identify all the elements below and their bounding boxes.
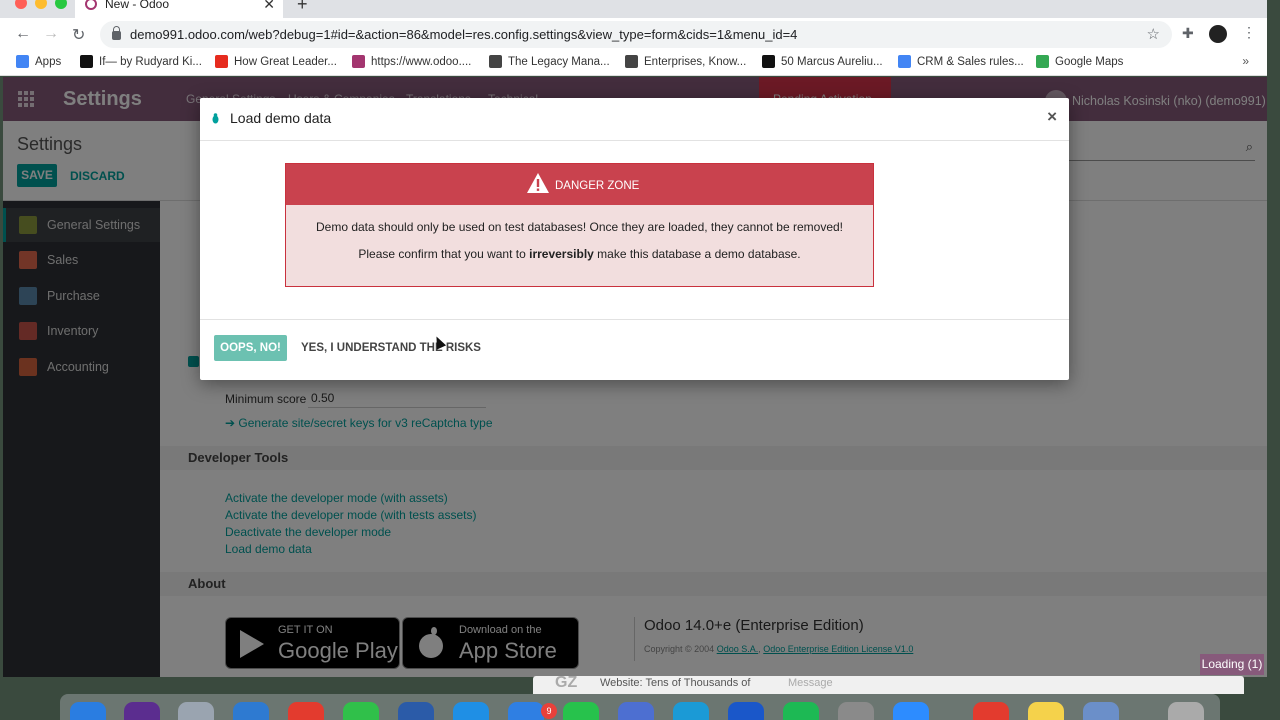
- bookmark-item[interactable]: The Legacy Mana...: [489, 55, 610, 68]
- docs-icon: [898, 55, 911, 68]
- dock-app-icon[interactable]: [783, 702, 819, 720]
- danger-message-2-pre: Please confirm that you want to: [358, 247, 530, 261]
- dock-app-icon[interactable]: [893, 702, 929, 720]
- bookmark-label: 50 Marcus Aureliu...: [781, 55, 883, 68]
- globe-icon: [625, 55, 638, 68]
- danger-message-2: Please confirm that you want to irrevers…: [286, 247, 873, 261]
- new-tab-icon[interactable]: +: [297, 0, 308, 15]
- bookmark-item[interactable]: If— by Rudyard Ki...: [80, 55, 202, 68]
- address-bar[interactable]: demo991.odoo.com/web?debug=1#id=&action=…: [100, 21, 1172, 48]
- bookmark-label: Google Maps: [1055, 55, 1124, 68]
- danger-zone-alert: DANGER ZONE Demo data should only be use…: [285, 163, 874, 287]
- bookmark-item[interactable]: 50 Marcus Aureliu...: [762, 55, 883, 68]
- minimize-window-button[interactable]: [35, 0, 47, 9]
- bookmark-item[interactable]: Apps: [16, 55, 61, 68]
- confirm-risks-button[interactable]: YES, I UNDERSTAND THE RISKS: [301, 342, 481, 354]
- dock-app-icon[interactable]: [70, 702, 106, 720]
- bookmark-label: How Great Leader...: [234, 55, 337, 68]
- maps-pin-icon: [1036, 55, 1049, 68]
- bookmarks-bar: Apps If— by Rudyard Ki... How Great Leader…: [0, 50, 1267, 76]
- ted-icon: [215, 55, 228, 68]
- bookmark-item[interactable]: Google Maps: [1036, 55, 1123, 68]
- url-text: demo991.odoo.com/web?debug=1#id=&action=…: [130, 27, 798, 42]
- apps-grid-icon: [16, 55, 29, 68]
- dock-app-icon[interactable]: [728, 702, 764, 720]
- bookmark-star-icon[interactable]: ☆: [1147, 25, 1160, 43]
- modal-header: Load demo data ×: [200, 98, 1069, 141]
- browser-tab-bar: New - Odoo ✕ +: [0, 0, 1267, 18]
- dock-app-icon[interactable]: [233, 702, 269, 720]
- dock-app-icon[interactable]: [1168, 702, 1204, 720]
- dock-app-icon[interactable]: [453, 702, 489, 720]
- macos-dock: [60, 694, 1220, 720]
- lock-icon: [112, 26, 121, 40]
- globe-icon: [489, 55, 502, 68]
- bug-icon: [212, 113, 219, 124]
- danger-message-2-bold: irreversibly: [529, 247, 594, 261]
- bird-icon: [80, 55, 93, 68]
- danger-zone-title: DANGER ZONE: [555, 180, 640, 192]
- bookmark-item[interactable]: https://www.odoo....: [352, 55, 471, 68]
- bookmark-item[interactable]: CRM & Sales rules...: [898, 55, 1024, 68]
- browser-menu-icon[interactable]: ⋮: [1242, 24, 1256, 41]
- bookmark-label: If— by Rudyard Ki...: [99, 55, 202, 68]
- dock-app-icon[interactable]: [838, 702, 874, 720]
- danger-message-1: Demo data should only be used on test da…: [315, 220, 843, 234]
- dock-app-icon[interactable]: [124, 702, 160, 720]
- bookmark-item[interactable]: Enterprises, Know...: [625, 55, 746, 68]
- browser-tab[interactable]: New - Odoo ✕: [75, 0, 283, 18]
- chat-preview: Website: Tens of Thousands of: [600, 677, 751, 689]
- cancel-button[interactable]: OOPS, NO!: [214, 335, 287, 361]
- chat-avatar: GZ: [555, 674, 578, 691]
- danger-zone-header: DANGER ZONE: [286, 164, 873, 205]
- page-icon: [762, 55, 775, 68]
- loading-indicator: Loading (1): [1200, 654, 1264, 675]
- tab-close-icon[interactable]: ✕: [263, 0, 275, 13]
- dock-app-icon[interactable]: [398, 702, 434, 720]
- danger-message-2-post: make this database a demo database.: [593, 247, 801, 261]
- odoo-icon: [352, 55, 365, 68]
- dock-app-icon[interactable]: [343, 702, 379, 720]
- bookmark-label: https://www.odoo....: [371, 55, 472, 68]
- modal-footer: OOPS, NO! YES, I UNDERSTAND THE RISKS: [200, 319, 1069, 380]
- odoo-favicon-icon: [85, 0, 97, 10]
- dock-app-icon[interactable]: [673, 702, 709, 720]
- zoom-window-button[interactable]: [55, 0, 67, 9]
- modal-title: Load demo data: [230, 110, 332, 126]
- dock-app-icon[interactable]: [288, 702, 324, 720]
- warning-triangle-icon: [527, 173, 549, 193]
- dock-app-icon[interactable]: [563, 702, 599, 720]
- close-icon[interactable]: ×: [1047, 107, 1057, 127]
- dock-app-icon[interactable]: [1083, 702, 1119, 720]
- chat-message-input[interactable]: Message: [788, 677, 833, 689]
- load-demo-data-dialog: Load demo data × DANGER ZONE Demo data s…: [200, 98, 1069, 380]
- dock-app-icon[interactable]: [508, 702, 544, 720]
- bookmark-label: Enterprises, Know...: [644, 55, 747, 68]
- bookmark-label: Apps: [35, 55, 62, 68]
- bookmark-label: The Legacy Mana...: [508, 55, 610, 68]
- mail-badge: 9: [541, 703, 557, 719]
- bookmark-item[interactable]: How Great Leader...: [215, 55, 337, 68]
- more-bookmarks-icon[interactable]: »: [1242, 54, 1249, 68]
- close-window-button[interactable]: [15, 0, 27, 9]
- forward-arrow-icon[interactable]: →: [43, 25, 59, 43]
- reload-icon[interactable]: ↻: [72, 25, 85, 45]
- extensions-puzzle-icon[interactable]: ✚: [1182, 25, 1194, 42]
- tab-title: New - Odoo: [105, 0, 170, 11]
- browser-toolbar: ← → ↻ demo991.odoo.com/web?debug=1#id=&a…: [0, 18, 1267, 50]
- dock-app-icon[interactable]: [618, 702, 654, 720]
- back-arrow-icon[interactable]: ←: [15, 25, 31, 43]
- profile-avatar[interactable]: [1209, 25, 1227, 43]
- dock-app-icon[interactable]: [973, 702, 1009, 720]
- chat-window-strip[interactable]: GZ Website: Tens of Thousands of Message: [533, 674, 1244, 694]
- bookmark-label: CRM & Sales rules...: [917, 55, 1024, 68]
- dock-app-icon[interactable]: [178, 702, 214, 720]
- dock-app-icon[interactable]: [1028, 702, 1064, 720]
